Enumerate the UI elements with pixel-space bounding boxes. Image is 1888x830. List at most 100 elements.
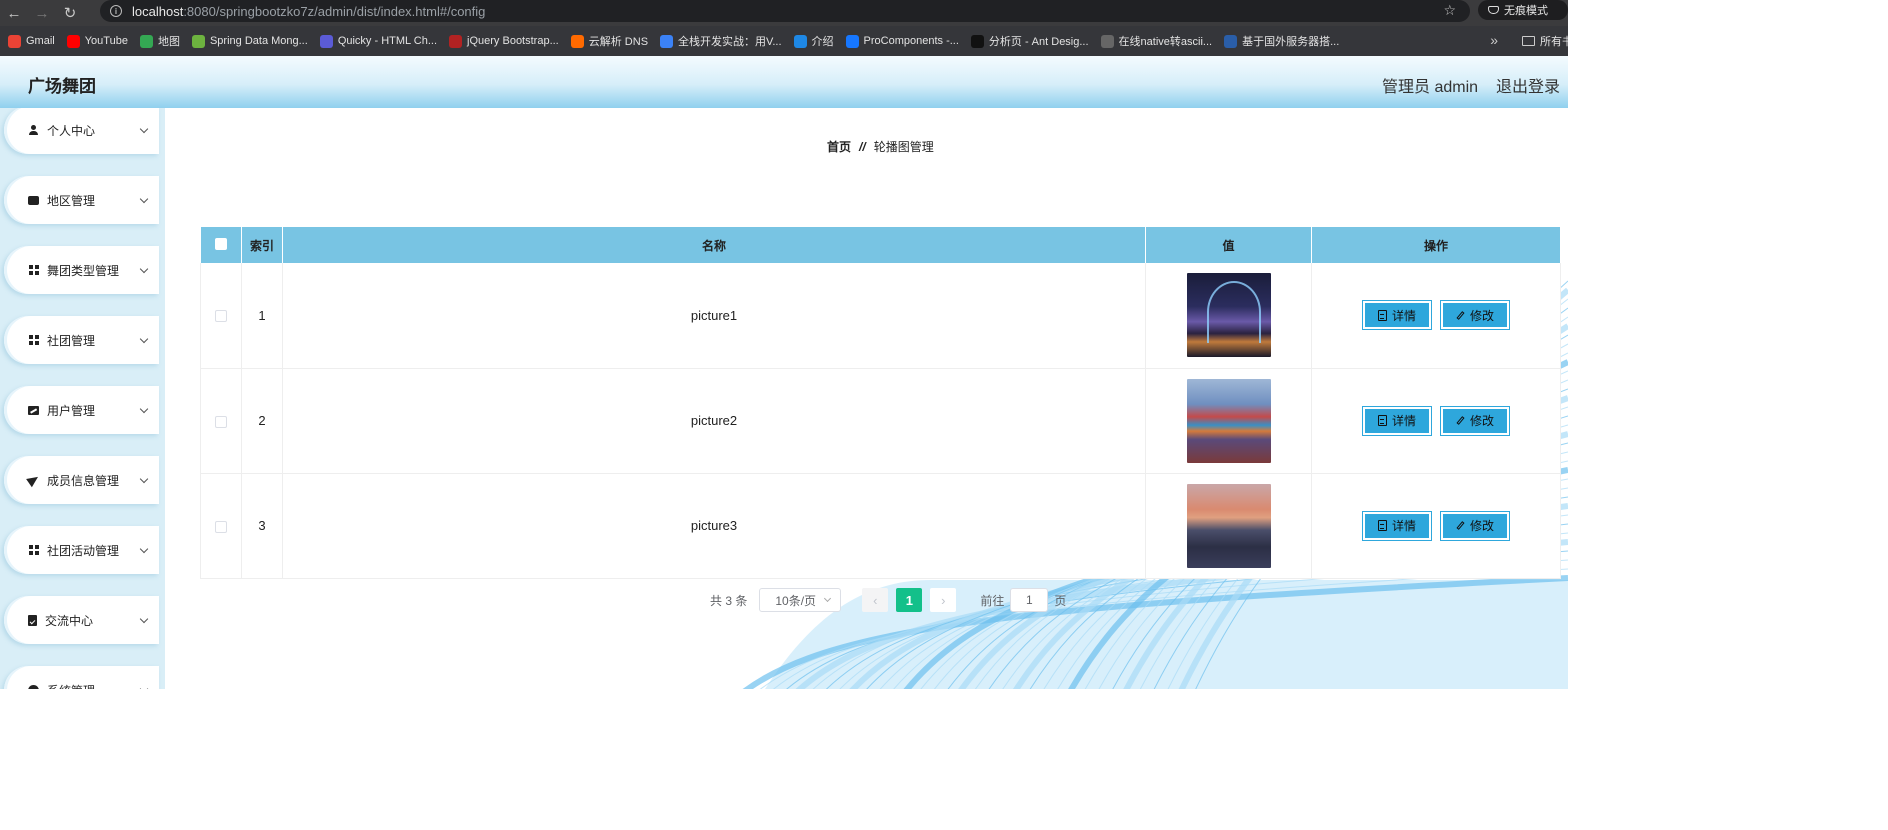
chevron-down-icon — [139, 194, 149, 203]
breadcrumb-home[interactable]: 首页 — [827, 138, 851, 155]
sidebar-item-label: 个人中心 — [47, 123, 96, 138]
page-size-select[interactable]: 10条/页 — [759, 588, 842, 612]
grid-icon — [28, 544, 39, 556]
grid-icon — [28, 334, 39, 346]
select-all-cell — [200, 227, 242, 263]
browser-toolbar: ← → ↻ i localhost:8080/springbootzko7z/a… — [0, 0, 1568, 26]
edit-button[interactable]: 修改 — [1440, 405, 1510, 436]
chevron-down-icon — [139, 544, 149, 553]
header-value: 值 — [1145, 227, 1312, 263]
gear-icon — [28, 684, 39, 689]
pagination: 共 3 条 10条/页 ‹ 1 › 前往 页 — [710, 588, 1066, 612]
row-actions: 详情 修改 — [1311, 263, 1561, 369]
sidebar-item[interactable]: 交流中心 — [4, 596, 159, 644]
bookmark-favicon-icon — [970, 34, 984, 48]
bookmark-item[interactable]: jQuery Bootstrap... — [449, 34, 559, 48]
logout-link[interactable]: 退出登录 — [1496, 73, 1560, 97]
site-info-icon[interactable]: i — [110, 5, 122, 17]
sidebar-item-label: 舞团类型管理 — [47, 263, 120, 278]
bookmark-item[interactable]: YouTube — [66, 34, 128, 48]
header-actions: 操作 — [1311, 227, 1561, 263]
bookmark-item[interactable]: 地图 — [139, 33, 180, 49]
edit-button[interactable]: 修改 — [1440, 510, 1510, 541]
bookmarks-bar: Gmail YouTube 地图 Spring Data Mong... Quicky … — [0, 26, 1568, 56]
sidebar-item[interactable]: 成员信息管理 — [4, 456, 159, 504]
bookmark-favicon-icon — [570, 34, 584, 48]
sidebar-item[interactable]: 用户管理 — [4, 386, 159, 434]
bookmark-favicon-icon — [660, 34, 674, 48]
row-checkbox[interactable] — [215, 520, 227, 533]
sidebar-item[interactable]: 个人中心 — [4, 108, 159, 154]
header-name: 名称 — [282, 227, 1146, 263]
sidebar-item-label: 社团管理 — [47, 333, 96, 348]
all-bookmarks-button[interactable]: 所有书 — [1522, 33, 1568, 49]
row-image[interactable] — [1186, 378, 1271, 463]
sidebar-item[interactable]: 社团管理 — [4, 316, 159, 364]
select-all-checkbox[interactable] — [214, 237, 227, 250]
clipboard-icon — [28, 614, 37, 626]
bookmark-item[interactable]: 在线native转ascii... — [1100, 33, 1212, 49]
sidebar: 个人中心地区管理舞团类型管理社团管理用户管理成员信息管理社团活动管理交流中心系统… — [0, 108, 165, 689]
bookmark-favicon-icon — [191, 34, 205, 48]
row-select-cell — [200, 473, 242, 579]
pagination-goto: 前往 页 — [980, 588, 1066, 612]
bookmark-favicon-icon — [139, 34, 153, 48]
detail-button[interactable]: 详情 — [1362, 300, 1432, 331]
bookmark-item[interactable]: 全栈开发实战：用V... — [660, 33, 782, 49]
bookmark-item[interactable]: 分析页 - Ant Desig... — [970, 33, 1089, 49]
document-icon — [1377, 309, 1387, 321]
row-image[interactable] — [1186, 483, 1271, 568]
table-header-row: 索引 名称 值 操作 — [200, 227, 1561, 263]
incognito-icon — [1488, 6, 1499, 14]
sidebar-item[interactable]: 系统管理 — [4, 666, 159, 689]
bookmark-favicon-icon — [845, 34, 859, 48]
bookmark-favicon-icon — [319, 34, 333, 48]
table-row: 3 picture3 详情 修改 — [200, 473, 1561, 579]
reload-icon[interactable]: ↻ — [56, 0, 84, 26]
chart-icon — [28, 405, 39, 415]
bookmark-favicon-icon — [1100, 34, 1114, 48]
bookmark-item[interactable]: 云解析 DNS — [570, 33, 648, 49]
next-page-button[interactable]: › — [930, 588, 957, 612]
row-checkbox[interactable] — [215, 415, 227, 428]
row-value-cell — [1145, 368, 1312, 474]
row-name: picture2 — [282, 368, 1146, 474]
row-checkbox[interactable] — [215, 310, 227, 323]
detail-button[interactable]: 详情 — [1362, 510, 1432, 541]
row-image[interactable] — [1186, 273, 1271, 358]
forward-arrow-icon[interactable]: → — [28, 0, 56, 26]
bookmark-favicon-icon — [449, 34, 463, 48]
chevron-down-icon — [139, 684, 149, 689]
goto-page-input[interactable] — [1010, 588, 1049, 612]
chevron-down-icon — [139, 474, 149, 483]
bookmark-star-icon[interactable]: ☆ — [1443, 2, 1456, 19]
sidebar-item[interactable]: 舞团类型管理 — [4, 246, 159, 294]
bookmark-favicon-icon — [66, 34, 80, 48]
bookmark-item[interactable]: ProComponents -... — [845, 34, 959, 48]
header-index: 索引 — [241, 227, 283, 263]
bookmark-item[interactable]: Quicky - HTML Ch... — [319, 34, 437, 48]
document-icon — [1377, 415, 1387, 426]
bookmark-favicon-icon — [8, 34, 21, 48]
address-bar[interactable]: i localhost:8080/springbootzko7z/admin/d… — [100, 0, 1470, 22]
bookmark-item[interactable]: Gmail — [8, 34, 55, 48]
incognito-badge[interactable]: 无痕模式 — [1478, 0, 1568, 20]
bookmark-item[interactable]: Spring Data Mong... — [191, 34, 308, 48]
chat-icon — [28, 195, 39, 205]
chevron-down-icon — [824, 594, 832, 603]
chevron-down-icon — [139, 404, 149, 413]
page-number-button[interactable]: 1 — [896, 588, 923, 612]
grid-icon — [28, 264, 39, 276]
edit-button[interactable]: 修改 — [1440, 300, 1510, 331]
detail-button[interactable]: 详情 — [1362, 405, 1432, 436]
bookmarks-overflow-icon[interactable]: » — [1490, 32, 1498, 48]
back-arrow-icon[interactable]: ← — [0, 0, 28, 26]
sidebar-item-label: 社团活动管理 — [47, 543, 120, 558]
table-row: 2 picture2 详情 修改 — [200, 368, 1561, 474]
bookmark-item[interactable]: 介绍 — [793, 33, 834, 49]
sidebar-item[interactable]: 社团活动管理 — [4, 526, 159, 574]
bookmark-item[interactable]: 基于国外服务器搭... — [1224, 33, 1339, 49]
prev-page-button[interactable]: ‹ — [862, 588, 889, 612]
sidebar-item[interactable]: 地区管理 — [4, 176, 159, 224]
sidebar-item-label: 交流中心 — [45, 613, 94, 628]
